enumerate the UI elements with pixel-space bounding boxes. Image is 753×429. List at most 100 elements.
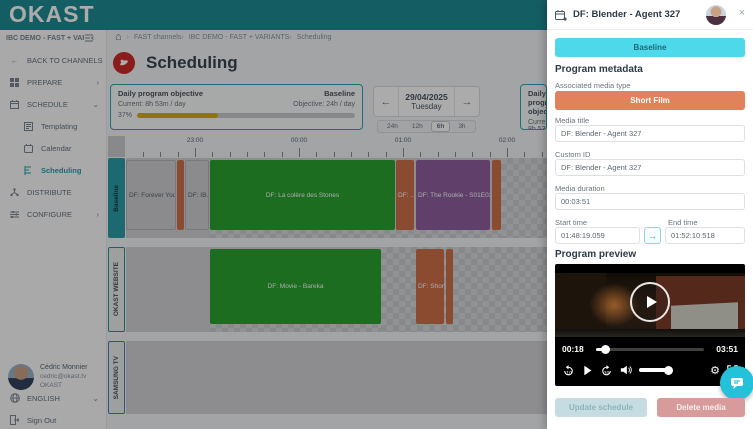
calendar-icon	[9, 99, 20, 110]
play-overlay-button[interactable]	[630, 282, 670, 322]
sidebar-item-schedule[interactable]: SCHEDULE ⌄	[0, 96, 107, 112]
program-block[interactable]: DF: La colère des Stones	[210, 160, 395, 230]
ruler-tick	[455, 152, 456, 157]
delete-media-button[interactable]: Delete media	[657, 398, 745, 417]
objective-percent: 37%	[118, 112, 132, 119]
ruler-tick	[212, 152, 213, 157]
program-block[interactable]: DF: IB...	[185, 160, 209, 230]
custom-id-label: Custom ID	[555, 150, 590, 159]
update-schedule-button[interactable]: Update schedule	[555, 398, 647, 417]
settings-gear-icon[interactable]: ⚙	[710, 364, 720, 377]
program-block[interactable]: DF: Shor...	[416, 249, 444, 324]
media-title-input[interactable]	[555, 125, 745, 142]
program-block[interactable]: DF: ...	[396, 160, 414, 230]
video-total-time: 03:51	[716, 344, 738, 354]
hour-label: 02:00	[499, 137, 515, 144]
video-current-time: 00:18	[562, 344, 584, 354]
distribute-icon	[9, 187, 20, 198]
hour-label: 01:00	[395, 137, 411, 144]
end-time-label: End time	[668, 218, 698, 227]
daily-objective-card-2: Daily program objective Current: 8h 53m …	[520, 84, 547, 130]
schedule-row-okast-website: DF: Movie - Bareka DF: Shor...	[126, 247, 547, 332]
schedule-row-samsung-tv	[126, 341, 547, 414]
scheduling-icon	[23, 165, 34, 176]
globe-icon	[9, 393, 20, 404]
sidebar-item-back-to-channels[interactable]: ← BACK TO CHANNELS	[0, 52, 107, 68]
zoom-option-6h[interactable]: 6h	[431, 121, 451, 132]
user-avatar[interactable]	[8, 364, 34, 390]
program-block[interactable]	[492, 160, 501, 230]
ruler-tick	[160, 152, 161, 157]
ruler-tick	[299, 148, 300, 157]
top-bar: OKAST	[0, 0, 547, 30]
objective-current: Current: 8h 53m / day	[118, 101, 186, 108]
program-block[interactable]: DF: The Rookie - S01E02	[416, 160, 490, 230]
chat-fab[interactable]	[720, 366, 753, 400]
sidebar-item-templating[interactable]: Templating	[0, 118, 107, 134]
program-block[interactable]	[177, 160, 184, 230]
program-icon	[555, 9, 567, 21]
sidebar-item-distribute[interactable]: DISTRIBUTE	[0, 184, 107, 200]
templating-icon	[23, 121, 34, 132]
program-block[interactable]	[446, 249, 453, 324]
panel-avatar	[706, 5, 726, 25]
program-block[interactable]: DF: Movie - Bareka	[210, 249, 381, 324]
channel-selector[interactable]: IBC DEMO - FAST + VARI...	[0, 34, 107, 42]
close-icon[interactable]: ×	[739, 8, 745, 19]
row-label-okast-website[interactable]: OKAST WEBSITE	[108, 247, 125, 332]
next-day-button[interactable]: →	[455, 87, 479, 116]
video-seekbar[interactable]	[596, 348, 704, 351]
sidebar-item-calendar[interactable]: Calendar	[0, 140, 107, 156]
row-label-baseline[interactable]: Baseline	[108, 158, 125, 238]
breadcrumb-item[interactable]: Scheduling	[297, 34, 332, 41]
sidebar-item-scheduling[interactable]: Scheduling	[0, 162, 107, 178]
play-button[interactable]	[582, 365, 593, 376]
breadcrumb-separator: ›	[127, 34, 129, 41]
variant-baseline-button[interactable]: Baseline	[555, 38, 745, 57]
prev-day-button[interactable]: ←	[374, 87, 398, 116]
zoom-option-24h[interactable]: 24h	[381, 121, 404, 132]
copy-time-arrow-button[interactable]: →	[644, 227, 661, 244]
program-block[interactable]: DF: Forever Young	[126, 160, 176, 230]
zoom-option-12h[interactable]: 12h	[406, 121, 429, 132]
user-org: OKAST	[40, 382, 62, 389]
volume-icon[interactable]	[620, 364, 632, 376]
row-label-samsung-tv[interactable]: SAMSUNG TV	[108, 341, 125, 414]
main-area: ⌂ ›FAST channels›IBC DEMO - FAST + VARIA…	[107, 30, 547, 429]
forward-30-icon[interactable]: 30	[600, 364, 613, 377]
grid-corner	[108, 136, 125, 157]
ruler-tick	[507, 148, 508, 157]
ruler-tick	[351, 152, 352, 157]
ruler-tick	[316, 152, 317, 157]
end-time-input[interactable]	[665, 227, 745, 244]
replay-10-icon[interactable]: 10	[562, 364, 575, 377]
home-icon[interactable]: ⌂	[115, 32, 122, 43]
ruler-tick	[420, 152, 421, 157]
sign-out-button[interactable]: Sign Out	[0, 412, 107, 428]
okast-logo: OKAST	[9, 1, 95, 28]
video-progress-row: 00:18 03:51	[555, 342, 745, 356]
date-navigator: ← 29/04/2025 Tuesday →	[373, 86, 480, 117]
sidebar-item-prepare[interactable]: PREPARE ›	[0, 74, 107, 90]
zoom-option-3h[interactable]: 3h	[452, 121, 471, 132]
breadcrumb-item[interactable]: IBC DEMO - FAST + VARIANTS	[189, 34, 290, 41]
breadcrumb-item[interactable]: FAST channels	[134, 34, 181, 41]
grid-icon	[9, 77, 20, 88]
ruler-tick	[195, 148, 196, 157]
sidebar-item-configure[interactable]: CONFIGURE ›	[0, 206, 107, 222]
collapse-sidebar-icon[interactable]	[84, 34, 94, 42]
breadcrumb-separator: ›	[181, 34, 183, 41]
objective-target: Objective: 24h / day	[293, 101, 355, 108]
calendar-small-icon	[23, 143, 34, 154]
objective-title: Daily program objective	[118, 89, 203, 98]
media-duration-input[interactable]	[555, 193, 745, 210]
channel-logo	[113, 52, 135, 74]
sliders-icon	[9, 209, 20, 220]
current-date[interactable]: 29/04/2025 Tuesday	[398, 87, 455, 116]
language-selector[interactable]: ENGLISH ⌄	[0, 390, 107, 406]
custom-id-input[interactable]	[555, 159, 745, 176]
start-time-input[interactable]	[555, 227, 640, 244]
media-type-button[interactable]: Short Film	[555, 91, 745, 110]
media-title-label: Media title	[555, 116, 589, 125]
volume-slider[interactable]	[639, 368, 669, 372]
